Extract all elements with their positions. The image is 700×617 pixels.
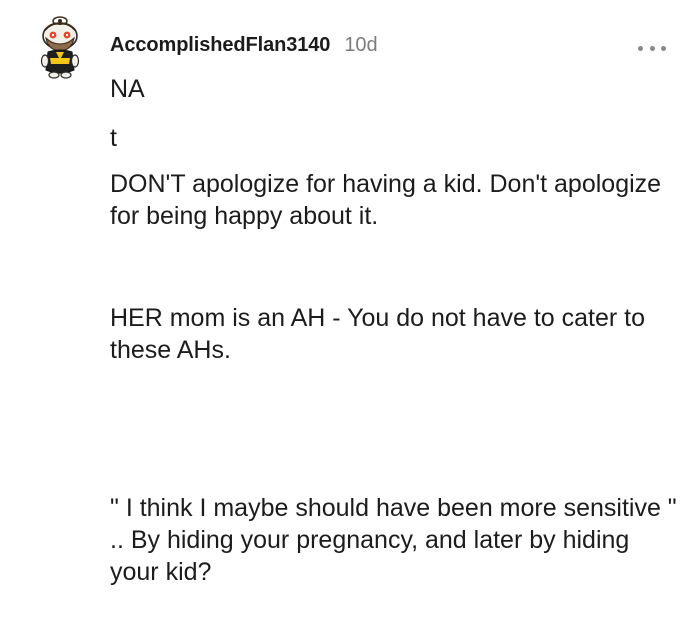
more-dot — [661, 45, 666, 51]
comment-header: AccomplishedFlan3140 10d — [110, 34, 378, 57]
comment-paragraph: " I think I maybe should have been more … — [110, 494, 677, 586]
user-avatar[interactable] — [34, 14, 86, 80]
snoo-avatar-icon — [40, 16, 80, 79]
comment-age: 10d — [344, 34, 378, 56]
comment-paragraph: NA — [110, 75, 145, 103]
more-dot — [649, 45, 655, 51]
comment-body: NA t DON'T apologize for having a kid. D… — [110, 73, 680, 588]
comment: AccomplishedFlan3140 10d NA t DON'T apol… — [0, 0, 700, 617]
more-dot — [638, 45, 643, 51]
comment-paragraph: DON'T apologize for having a kid. Don't … — [110, 170, 662, 230]
comment-paragraph: HER mom is an AH - You do not have to ca… — [110, 304, 646, 364]
username-link[interactable]: AccomplishedFlan3140 — [110, 34, 330, 57]
more-options-icon[interactable] — [638, 38, 666, 58]
comment-paragraph: t — [110, 124, 117, 152]
